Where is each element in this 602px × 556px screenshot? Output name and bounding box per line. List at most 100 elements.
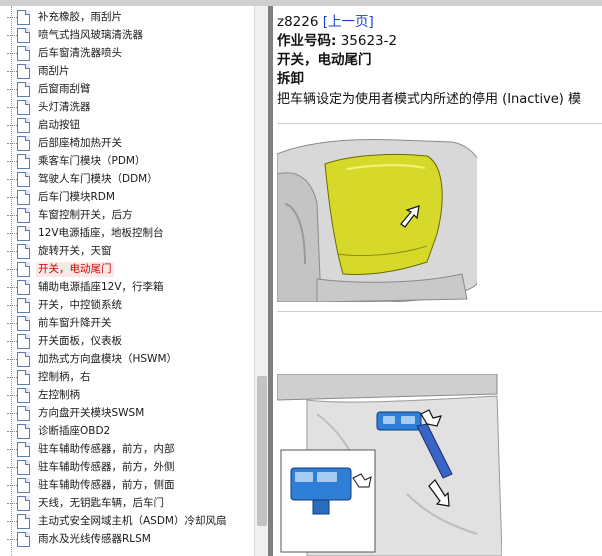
tree-item[interactable]: 方向盘开关模块SWSM <box>0 405 254 423</box>
tree-item-label: 辅助电源插座12V，行李箱 <box>38 281 164 293</box>
tree-item-label: 雨刮片 <box>38 65 70 77</box>
tree-item[interactable]: 驻车辅助传感器，前方，内部 <box>0 441 254 459</box>
operation-number: 作业号码: 35623-2 <box>277 29 397 49</box>
tree-item[interactable]: 主动式安全网域主机（ASDM）冷却风扇 <box>0 513 254 531</box>
tree-connector <box>7 431 17 432</box>
tree-item[interactable]: 诊断插座OBD2 <box>0 423 254 441</box>
document-pane: z8226 [上一页] 作业号码: 35623-2 开关，电动尾门 拆卸 把车辆… <box>273 6 602 556</box>
tree-item[interactable]: 启动按钮 <box>0 117 254 135</box>
tree-item-label: 头灯清洗器 <box>38 101 91 113</box>
document-icon <box>17 28 30 43</box>
tree-connector <box>7 467 17 468</box>
tree-connector <box>7 197 17 198</box>
tree-item[interactable]: 后部座椅加热开关 <box>0 135 254 153</box>
tree-item[interactable]: 左控制柄 <box>0 387 254 405</box>
tree-item-label: 主动式安全网域主机（ASDM）冷却风扇 <box>38 515 227 527</box>
operation-number-value: 35623-2 <box>340 33 398 49</box>
tree-item-label: 开关面板，仪表板 <box>38 335 122 347</box>
tree-connector <box>7 17 17 18</box>
tree-connector <box>7 395 17 396</box>
tree-item[interactable]: 旋转开关，天窗 <box>0 243 254 261</box>
tree-connector <box>7 107 17 108</box>
document-icon <box>17 46 30 61</box>
section-heading: 拆卸 <box>277 71 304 87</box>
tree-connector <box>7 359 17 360</box>
tree-item[interactable]: 12V电源插座，地板控制台 <box>0 225 254 243</box>
tree-item[interactable]: 后车窗清洗器喷头 <box>0 45 254 63</box>
document-icon <box>17 442 30 457</box>
tree-item-label: 后窗雨刮臂 <box>38 83 91 95</box>
scrollbar-thumb[interactable] <box>257 376 267 526</box>
tree-item-label: 开关，电动尾门 <box>36 262 114 277</box>
separator <box>277 311 602 312</box>
tree-item[interactable]: 乘客车门模块（PDM） <box>0 153 254 171</box>
tree-item-label: 后部座椅加热开关 <box>38 137 122 149</box>
document-icon <box>17 406 30 421</box>
tree-connector <box>7 125 17 126</box>
document-icon <box>17 460 30 475</box>
tree-connector <box>7 539 17 540</box>
tree-connector <box>7 503 17 504</box>
document-icon <box>17 10 30 25</box>
document-icon <box>17 424 30 439</box>
tree-scrollbar[interactable] <box>254 6 269 556</box>
tree-item-label: 雨水及光线传感器RLSM <box>38 533 151 545</box>
document-icon <box>17 118 30 133</box>
tree-item-label: 旋转开关，天窗 <box>38 245 112 257</box>
tree-item[interactable]: 辅助电源插座12V，行李箱 <box>0 279 254 297</box>
document-icon <box>17 244 30 259</box>
tree-connector <box>7 287 17 288</box>
tree-item-label: 后车门模块RDM <box>38 191 115 203</box>
tree-item[interactable]: 雨刮片 <box>0 63 254 81</box>
document-icon <box>17 514 30 529</box>
document-icon <box>17 226 30 241</box>
tree-connector <box>7 341 17 342</box>
tree-item-label: 驾驶人车门模块（DDM） <box>38 173 158 185</box>
tree-item[interactable]: 后窗雨刮臂 <box>0 81 254 99</box>
document-icon <box>17 532 30 547</box>
tree-item-label: 诊断插座OBD2 <box>38 425 111 437</box>
tree-connector <box>7 215 17 216</box>
document-icon <box>17 136 30 151</box>
tree-item-label: 驻车辅助传感器，前方，侧面 <box>38 479 175 491</box>
tree-item[interactable]: 车窗控制开关，后方 <box>0 207 254 225</box>
document-icon <box>17 298 30 313</box>
tree-connector <box>7 89 17 90</box>
tree-connector <box>7 521 17 522</box>
doc-code: z8226 <box>277 14 319 30</box>
tree-item-label: 加热式方向盘模块（HSWM） <box>38 353 178 365</box>
document-icon <box>17 388 30 403</box>
tree-item[interactable]: 前车窗升降开关 <box>0 315 254 333</box>
tree-item[interactable]: 控制柄，右 <box>0 369 254 387</box>
tree-item[interactable]: 雨水及光线传感器RLSM <box>0 531 254 549</box>
tree-item[interactable]: 开关面板，仪表板 <box>0 333 254 351</box>
tree-item[interactable]: 驻车辅助传感器，前方，外侧 <box>0 459 254 477</box>
document-icon <box>17 64 30 79</box>
tree-connector <box>7 377 17 378</box>
tree-connector <box>7 485 17 486</box>
prev-page-link[interactable]: [上一页] <box>323 14 374 30</box>
tree-item[interactable]: 补充橡胶，雨刮片 <box>0 9 254 27</box>
document-icon <box>17 352 30 367</box>
tree-item[interactable]: 加热式方向盘模块（HSWM） <box>0 351 254 369</box>
document-icon <box>17 316 30 331</box>
tree-item-label: 驻车辅助传感器，前方，外侧 <box>38 461 175 473</box>
tree-item[interactable]: 开关，中控锁系统 <box>0 297 254 315</box>
document-icon <box>17 100 30 115</box>
tree-item-label: 左控制柄 <box>38 389 80 401</box>
tree-item-label: 车窗控制开关，后方 <box>38 209 133 221</box>
navigation-tree[interactable]: 补充橡胶，雨刮片喷气式挡风玻璃清洗器 后车窗清洗器喷头雨刮片后窗雨刮臂头灯清洗器启… <box>0 6 254 556</box>
operation-number-label: 作业号码: <box>277 33 337 49</box>
tree-item[interactable]: 天线，无钥匙车辆，后车门 <box>0 495 254 513</box>
tree-item[interactable]: 驻车辅助传感器，前方，侧面 <box>0 477 254 495</box>
tree-item[interactable]: 后车门模块RDM <box>0 189 254 207</box>
tree-item[interactable]: 驾驶人车门模块（DDM） <box>0 171 254 189</box>
tree-item[interactable]: 开关，电动尾门 <box>0 261 254 279</box>
tree-item[interactable]: 喷气式挡风玻璃清洗器 <box>0 27 254 45</box>
tree-item-label: 补充橡胶，雨刮片 <box>38 11 122 23</box>
tree-connector <box>7 449 17 450</box>
document-icon <box>17 370 30 385</box>
document-icon <box>17 334 30 349</box>
tree-item-label: 方向盘开关模块SWSM <box>38 407 145 419</box>
tree-item[interactable]: 头灯清洗器 <box>0 99 254 117</box>
